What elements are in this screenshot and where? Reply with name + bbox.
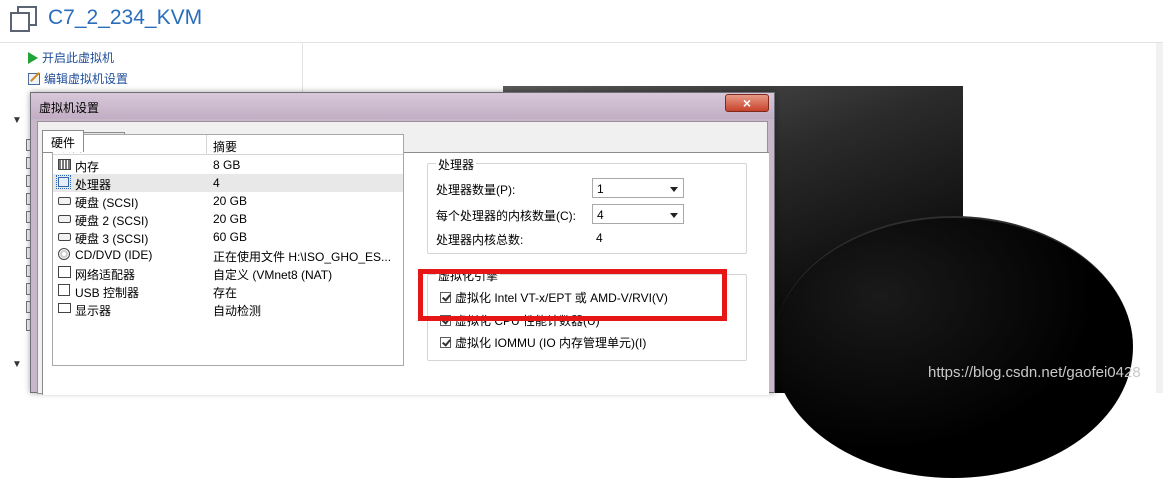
device-list: 设备 摘要 内存 8 GB 处理器 4 硬盘 (SCSI) 20 GB 硬盘 2… [52,134,404,366]
hard-disk-icon [58,233,71,241]
power-on-label: 开启此虚拟机 [42,51,115,65]
power-on-action[interactable]: 开启此虚拟机 [28,49,114,66]
iommu-label: 虚拟化 IOMMU (IO 内存管理单元)(I) [455,336,647,350]
cores-per-processor-label: 每个处理器的内核数量(C): [436,209,576,223]
highlight-box [418,269,727,321]
vm-title: C7_2_234_KVM [48,6,203,29]
edit-settings-label: 编辑虚拟机设置 [44,72,129,86]
device-summary: 60 GB [213,230,248,244]
play-icon [28,51,38,64]
device-row-cd-dvd[interactable]: CD/DVD (IDE) 正在使用文件 H:\ISO_GHO_ES... [53,246,403,264]
cpu-icon [56,175,71,189]
device-name: 内存 [75,160,100,174]
device-summary: 自定义 (VMnet8 (NAT) [213,268,333,282]
column-summary[interactable]: 摘要 [213,138,237,155]
total-cores-label: 处理器内核总数: [436,233,524,247]
device-row-display[interactable]: 显示器 自动检测 [53,300,403,318]
processor-group-title: 处理器 [436,156,477,173]
device-name: 硬盘 3 (SCSI) [75,232,149,246]
vm-header: C7_2_234_KVM [0,0,1163,43]
device-row-hard-disk[interactable]: 硬盘 (SCSI) 20 GB [53,192,403,210]
cores-per-processor-value: 4 [597,208,604,222]
device-summary: 正在使用文件 H:\ISO_GHO_ES... [213,250,392,264]
device-summary: 20 GB [213,194,248,208]
watermark: https://blog.csdn.net/gaofei0428 [928,364,1141,381]
processor-count-label: 处理器数量(P): [436,183,516,197]
vm-settings-dialog: 虚拟机设置 × 硬件 选项 设备 摘要 内存 8 GB 处理器 4 硬盘 (SC… [30,92,775,395]
processor-count-select[interactable]: 1 [592,178,684,198]
chevron-down-icon [670,213,678,218]
collapse-triangle-icon[interactable]: ▼ [12,115,22,126]
device-name: USB 控制器 [75,286,140,300]
device-summary: 20 GB [213,212,248,226]
total-cores-value: 4 [596,231,603,245]
device-row-memory[interactable]: 内存 8 GB [53,156,403,174]
close-button[interactable]: × [725,94,769,112]
hard-disk-icon [58,197,71,205]
display-icon [58,303,71,313]
device-row-usb-controller[interactable]: USB 控制器 存在 [53,282,403,300]
device-name: CD/DVD (IDE) [75,248,153,262]
edit-settings-action[interactable]: 编辑虚拟机设置 [28,70,128,87]
device-name: 硬盘 (SCSI) [75,196,139,210]
collapse-triangle-icon[interactable]: ▼ [12,359,22,370]
dialog-titlebar[interactable]: 虚拟机设置 × [31,93,774,119]
device-name: 硬盘 2 (SCSI) [75,214,149,228]
device-summary: 自动检测 [213,304,262,318]
memory-icon [58,159,71,170]
device-summary: 存在 [213,286,238,300]
device-summary: 8 GB [213,158,241,172]
virtual-machine-icon [10,6,38,34]
device-row-network-adapter[interactable]: 网络适配器 自定义 (VMnet8 (NAT) [53,264,403,282]
edit-icon [28,72,40,85]
device-summary: 4 [213,176,220,190]
iommu-option[interactable]: 虚拟化 IOMMU (IO 内存管理单元)(I) [440,334,646,351]
device-row-hard-disk-3[interactable]: 硬盘 3 (SCSI) 60 GB [53,228,403,246]
hard-disk-icon [58,215,71,223]
iommu-checkbox[interactable] [440,337,451,348]
page-scrollbar[interactable] [1156,43,1163,393]
cd-dvd-icon [58,248,70,260]
close-icon: × [742,95,752,111]
processor-count-value: 1 [597,182,604,196]
dialog-title: 虚拟机设置 [39,101,100,115]
usb-icon [58,284,70,296]
device-row-processor[interactable]: 处理器 4 [53,174,403,192]
cores-per-processor-select[interactable]: 4 [592,204,684,224]
network-adapter-icon [58,266,71,278]
device-name: 显示器 [75,304,112,318]
tab-hardware[interactable]: 硬件 [42,130,85,152]
chevron-down-icon [670,187,678,192]
processor-group: 处理器 处理器数量(P): 1 每个处理器的内核数量(C): 4 处理器内核总数… [427,156,747,254]
device-name: 网络适配器 [75,268,136,282]
device-row-hard-disk-2[interactable]: 硬盘 2 (SCSI) 20 GB [53,210,403,228]
device-name: 处理器 [75,178,112,192]
device-list-header: 设备 摘要 [53,135,403,155]
